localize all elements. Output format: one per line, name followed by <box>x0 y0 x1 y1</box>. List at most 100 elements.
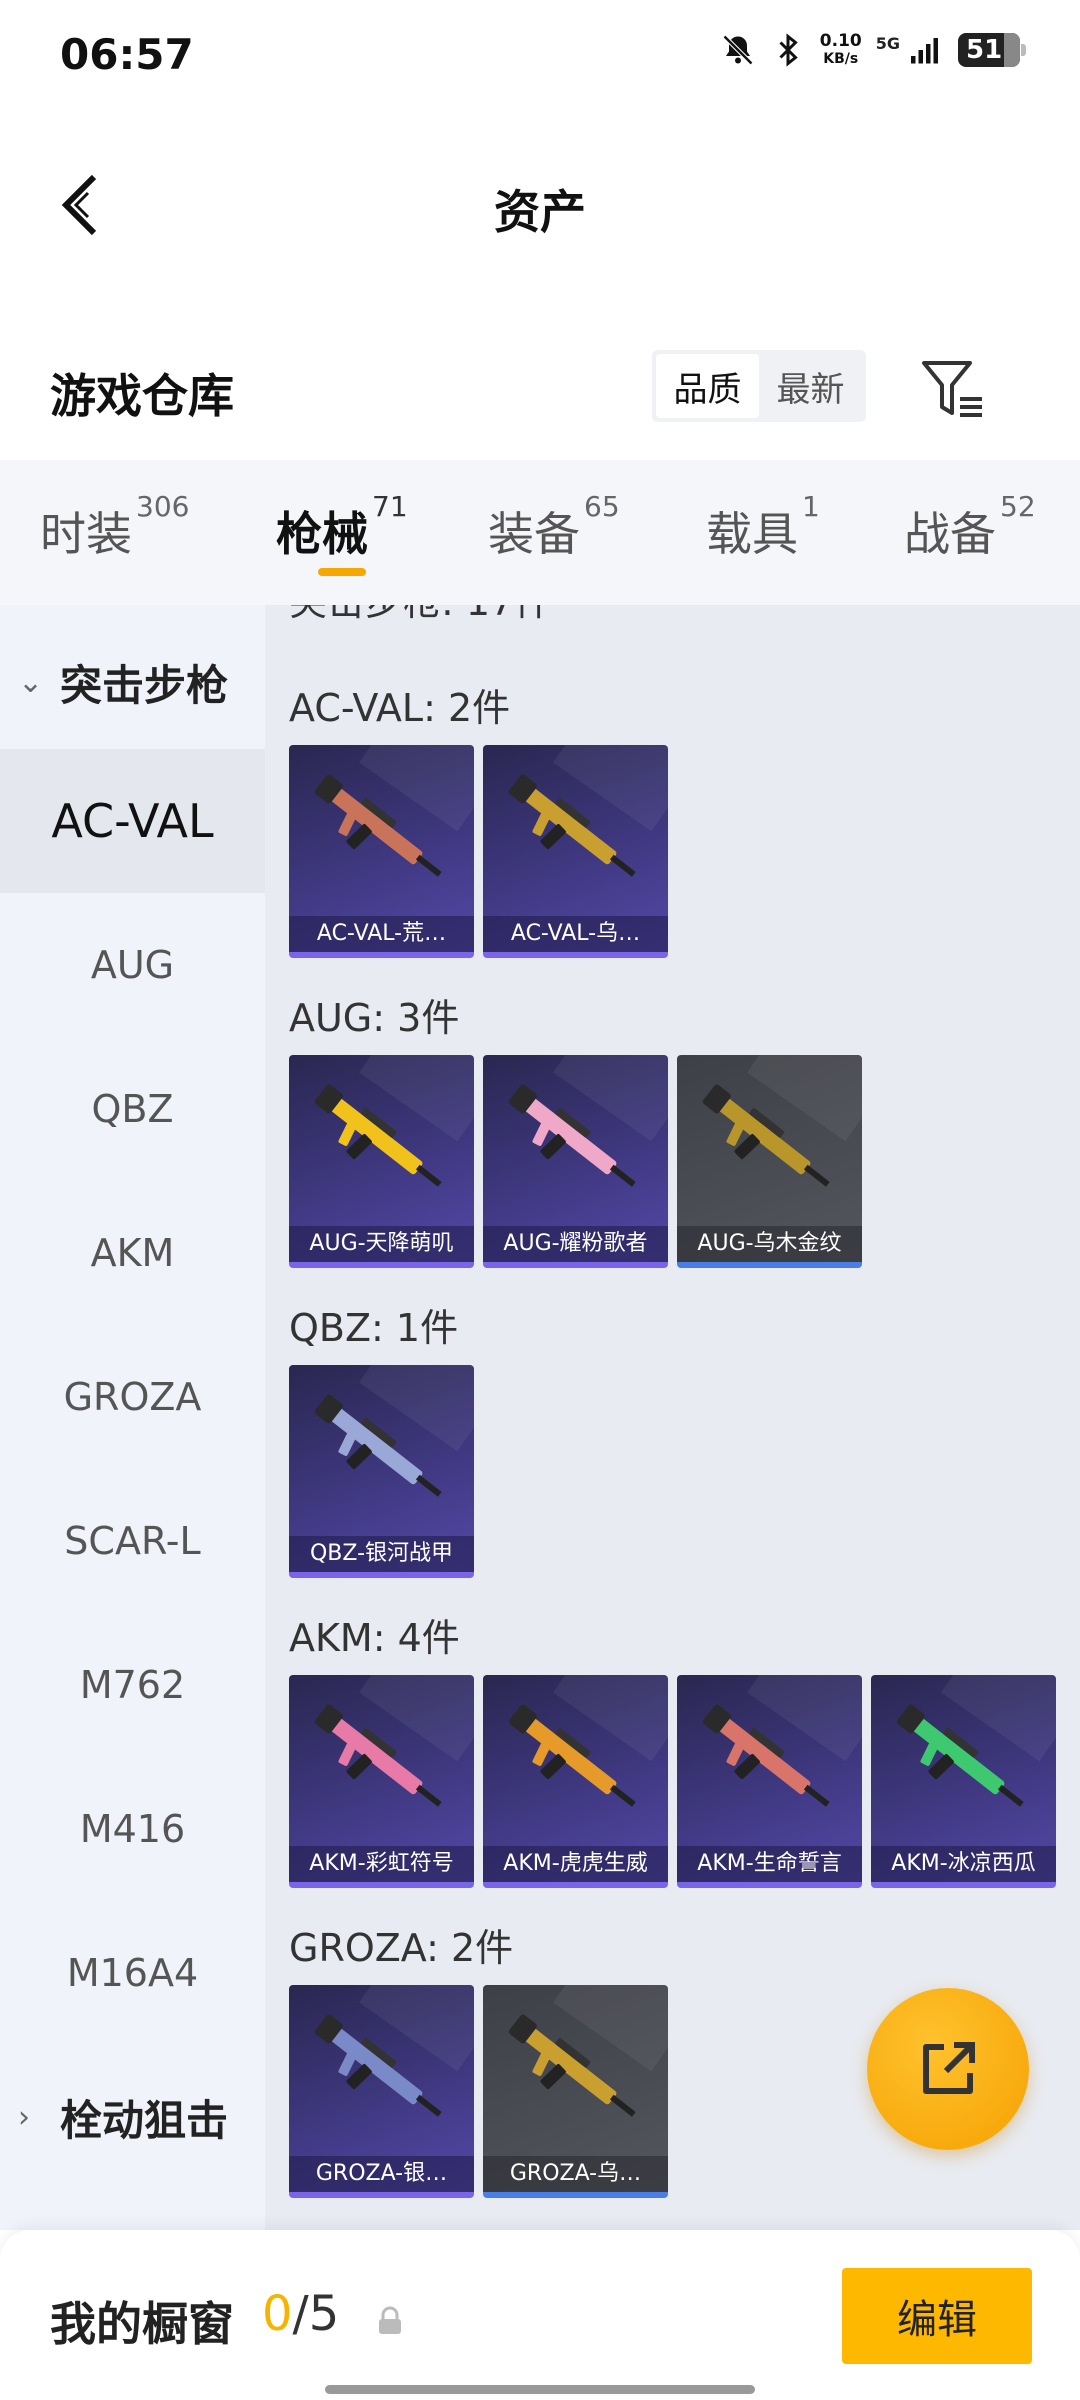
tab-count: 65 <box>584 490 620 523</box>
nav-item-aug[interactable]: AUG <box>0 893 265 1037</box>
share-button[interactable] <box>867 1988 1029 2150</box>
showcase-bar: 我的橱窗 0/5 编辑 <box>0 2230 1080 2400</box>
rifle-icon <box>508 1084 636 1187</box>
nav-item-scarl[interactable]: SCAR-L <box>0 1469 265 1613</box>
warehouse-title: 游戏仓库 <box>50 369 234 423</box>
weapon-list[interactable]: 突击步枪: 17件 AC-VAL: 2件 AC-VAL-荒… AC-VAL-乌…… <box>265 605 1080 2230</box>
item-card[interactable]: AC-VAL-乌… <box>483 745 668 958</box>
item-name: AUG-天降萌叽 <box>289 1226 474 1262</box>
tab-count: 52 <box>1000 490 1036 523</box>
item-name: AKM-冰凉西瓜 <box>871 1846 1056 1882</box>
network-type: 5G <box>875 34 900 53</box>
tab-vehicles[interactable]: 载具1 <box>706 490 820 564</box>
rifle-icon <box>508 1704 636 1807</box>
item-name: GROZA-银… <box>289 2156 474 2192</box>
item-card[interactable]: AKM-冰凉西瓜 <box>871 1675 1056 1888</box>
item-card[interactable]: GROZA-银… <box>289 1985 474 2198</box>
net-speed-value: 0.10 <box>819 31 862 51</box>
net-speed: 0.10 KB/s <box>820 32 862 68</box>
category-tabs: 时装306 枪械71 装备65 载具1 战备52 <box>0 460 1080 605</box>
nav-group-label: 突击步枪 <box>60 660 229 710</box>
tab-label: 战备 <box>904 507 996 561</box>
rifle-icon <box>314 2014 442 2117</box>
nav-item-qbz[interactable]: QBZ <box>0 1037 265 1181</box>
tab-fashion[interactable]: 时装306 <box>40 490 189 564</box>
active-tab-indicator <box>318 568 366 576</box>
item-grid-akm: AKM-彩虹符号 AKM-虎虎生威 AKM-生命誓言 AKM-冰凉西瓜 <box>289 1675 1056 1888</box>
tab-label: 载具 <box>706 507 798 561</box>
weapon-sidenav: ⌄ 突击步枪 AC-VAL AUG QBZ AKM GROZA SCAR-L M7… <box>0 605 265 2230</box>
showcase-count-total: /5 <box>292 2286 340 2342</box>
tab-firearms[interactable]: 枪械71 <box>276 490 408 564</box>
battery-icon: 51 <box>958 33 1026 67</box>
category-heading: 突击步枪: 17件 <box>289 605 552 626</box>
share-icon <box>923 2042 975 2094</box>
tab-count: 306 <box>136 490 190 523</box>
tab-label: 装备 <box>488 507 580 561</box>
status-bar: 06:57 0.10 KB/s 5G 51 <box>0 0 1080 120</box>
tab-label: 枪械 <box>276 507 368 561</box>
item-grid-qbz: QBZ-银河战甲 <box>289 1365 474 1578</box>
tab-count: 1 <box>802 490 820 523</box>
item-grid-aug: AUG-天降萌叽 AUG-耀粉歌者 AUG-乌木金纹 <box>289 1055 862 1268</box>
nav-item-m762[interactable]: M762 <box>0 1613 265 1757</box>
sort-newest-button[interactable]: 最新 <box>759 354 862 418</box>
item-card[interactable]: GROZA-乌… <box>483 1985 668 2198</box>
item-name: AKM-生命誓言 <box>677 1846 862 1882</box>
item-name: QBZ-银河战甲 <box>289 1536 474 1572</box>
nav-group-bolt-sniper[interactable]: › 栓动狙击 <box>0 2045 265 2189</box>
edit-button[interactable]: 编辑 <box>842 2268 1032 2364</box>
item-card[interactable]: AKM-彩虹符号 <box>289 1675 474 1888</box>
page-title: 资产 <box>494 185 586 239</box>
rifle-icon <box>702 1704 830 1807</box>
section-heading-qbz: QBZ: 1件 <box>289 1306 459 1350</box>
rifle-icon <box>314 1394 442 1497</box>
showcase-label: 我的橱窗 <box>50 2297 234 2351</box>
chevron-down-icon: ⌄ <box>18 664 44 700</box>
nav-item-m16a4[interactable]: M16A4 <box>0 1901 265 2045</box>
nav-item-groza[interactable]: GROZA <box>0 1325 265 1469</box>
sort-quality-button[interactable]: 品质 <box>656 354 759 418</box>
lock-icon <box>379 2306 401 2334</box>
item-grid-groza: GROZA-银… GROZA-乌… <box>289 1985 668 2198</box>
filter-icon[interactable] <box>918 355 988 425</box>
home-indicator <box>325 2385 755 2394</box>
bluetooth-icon <box>779 33 798 67</box>
rifle-icon <box>508 774 636 877</box>
tab-count: 71 <box>372 490 408 523</box>
item-name: GROZA-乌… <box>483 2156 668 2192</box>
item-name: AC-VAL-乌… <box>483 916 668 952</box>
app-header: 资产 <box>0 120 1080 290</box>
status-icons: 0.10 KB/s 5G 51 <box>720 32 1026 68</box>
section-heading-acval: AC-VAL: 2件 <box>289 686 511 730</box>
item-name: AC-VAL-荒… <box>289 916 474 952</box>
item-card[interactable]: AC-VAL-荒… <box>289 745 474 958</box>
item-card[interactable]: AUG-天降萌叽 <box>289 1055 474 1268</box>
chevron-right-icon: › <box>18 2099 30 2135</box>
item-card[interactable]: AUG-耀粉歌者 <box>483 1055 668 1268</box>
item-card[interactable]: AKM-虎虎生威 <box>483 1675 668 1888</box>
tab-equipment[interactable]: 装备65 <box>488 490 620 564</box>
tab-label: 时装 <box>40 507 132 561</box>
nav-group-assault-rifles[interactable]: ⌄ 突击步枪 <box>0 610 265 754</box>
nav-item-acval[interactable]: AC-VAL <box>0 749 265 893</box>
rifle-icon <box>508 2014 636 2117</box>
item-name: AKM-彩虹符号 <box>289 1846 474 1882</box>
sort-toggle: 品质 最新 <box>652 350 866 422</box>
item-grid-acval: AC-VAL-荒… AC-VAL-乌… <box>289 745 668 958</box>
section-heading-aug: AUG: 3件 <box>289 996 460 1040</box>
status-time: 06:57 <box>60 30 194 79</box>
tab-supplies[interactable]: 战备52 <box>904 490 1036 564</box>
nav-item-akm[interactable]: AKM <box>0 1181 265 1325</box>
rifle-icon <box>314 1084 442 1187</box>
item-name: AUG-乌木金纹 <box>677 1226 862 1262</box>
battery-level: 51 <box>966 35 1003 65</box>
section-heading-groza: GROZA: 2件 <box>289 1926 514 1970</box>
item-card[interactable]: AUG-乌木金纹 <box>677 1055 862 1268</box>
item-card[interactable]: QBZ-银河战甲 <box>289 1365 474 1578</box>
section-heading-akm: AKM: 4件 <box>289 1616 460 1660</box>
rifle-icon <box>314 1704 442 1807</box>
net-speed-unit: KB/s <box>823 51 859 67</box>
item-card[interactable]: AKM-生命誓言 <box>677 1675 862 1888</box>
nav-item-m416[interactable]: M416 <box>0 1757 265 1901</box>
